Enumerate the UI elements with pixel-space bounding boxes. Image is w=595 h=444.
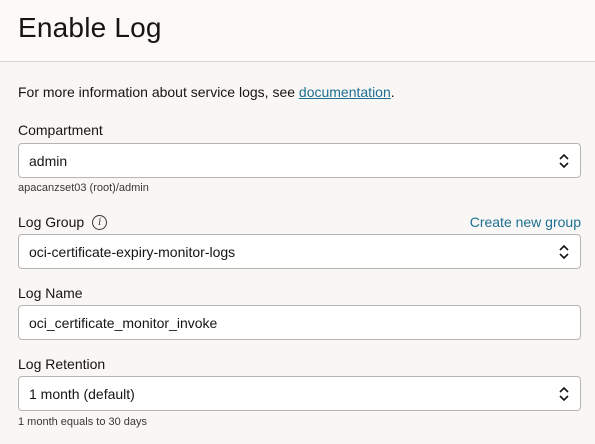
log-name-input[interactable]: oci_certificate_monitor_invoke: [18, 305, 581, 340]
log-name-label: Log Name: [18, 285, 83, 301]
compartment-select[interactable]: admin: [18, 143, 581, 178]
compartment-value: admin: [29, 152, 68, 169]
log-name-value: oci_certificate_monitor_invoke: [29, 314, 218, 331]
info-text: For more information about service logs,…: [18, 84, 395, 100]
log-retention-value: 1 month (default): [29, 385, 135, 402]
chevron-up-down-icon: [559, 386, 569, 401]
info-prefix: For more information about service logs,…: [18, 84, 299, 100]
log-group-select[interactable]: oci-certificate-expiry-monitor-logs: [18, 234, 581, 269]
compartment-label: Compartment: [18, 122, 103, 138]
log-group-value: oci-certificate-expiry-monitor-logs: [29, 243, 236, 260]
panel-header: Enable Log: [0, 0, 595, 62]
log-retention-hint: 1 month equals to 30 days: [18, 416, 148, 428]
page-title: Enable Log: [18, 12, 162, 43]
info-icon[interactable]: i: [92, 214, 108, 230]
chevron-up-down-icon: [559, 244, 569, 259]
log-group-label-text: Log Group: [18, 214, 85, 230]
log-retention-select[interactable]: 1 month (default): [18, 376, 581, 411]
log-retention-label: Log Retention: [18, 356, 106, 372]
create-new-group-link[interactable]: Create new group: [470, 214, 581, 230]
log-group-label: Log Group i: [18, 214, 108, 231]
info-suffix: .: [390, 84, 395, 100]
chevron-up-down-icon: [559, 153, 569, 168]
documentation-link[interactable]: documentation: [299, 84, 391, 100]
compartment-hint: apacanzset03 (root)/admin: [18, 182, 149, 194]
